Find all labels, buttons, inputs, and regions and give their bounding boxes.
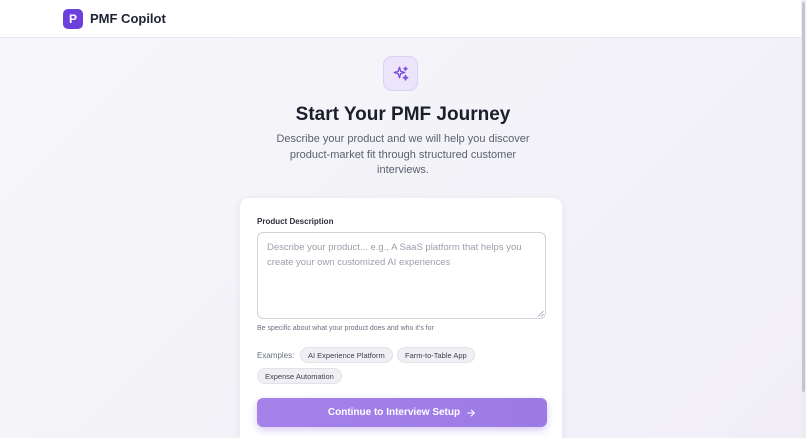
example-chip[interactable]: Farm-to-Table App [397,347,475,363]
product-description-input[interactable] [257,232,546,319]
scrollbar-thumb[interactable] [802,2,805,392]
top-bar: P PMF Copilot [0,0,806,38]
page-title: Start Your PMF Journey [295,104,511,125]
logo-letter: P [68,11,77,26]
example-chip[interactable]: AI Experience Platform [300,347,393,363]
page-subtitle: Describe your product and we will help y… [276,133,530,176]
product-description-label: Product Description [257,217,334,226]
logo-badge[interactable]: P [63,8,83,29]
product-form-card: Product Description Be specific about wh… [239,197,563,438]
sparkles-icon [383,56,418,91]
continue-button-label: Continue to Interview Setup [327,407,461,418]
brand-name[interactable]: PMF Copilot [90,11,166,26]
arrow-right-icon [467,409,475,416]
continue-button[interactable]: Continue to Interview Setup [257,398,547,427]
resize-handle-icon[interactable] [537,310,544,317]
examples-label: Examples: [257,351,295,360]
example-chip[interactable]: Expense Automation [257,368,342,384]
description-hint: Be specific about what your product does… [257,325,434,332]
